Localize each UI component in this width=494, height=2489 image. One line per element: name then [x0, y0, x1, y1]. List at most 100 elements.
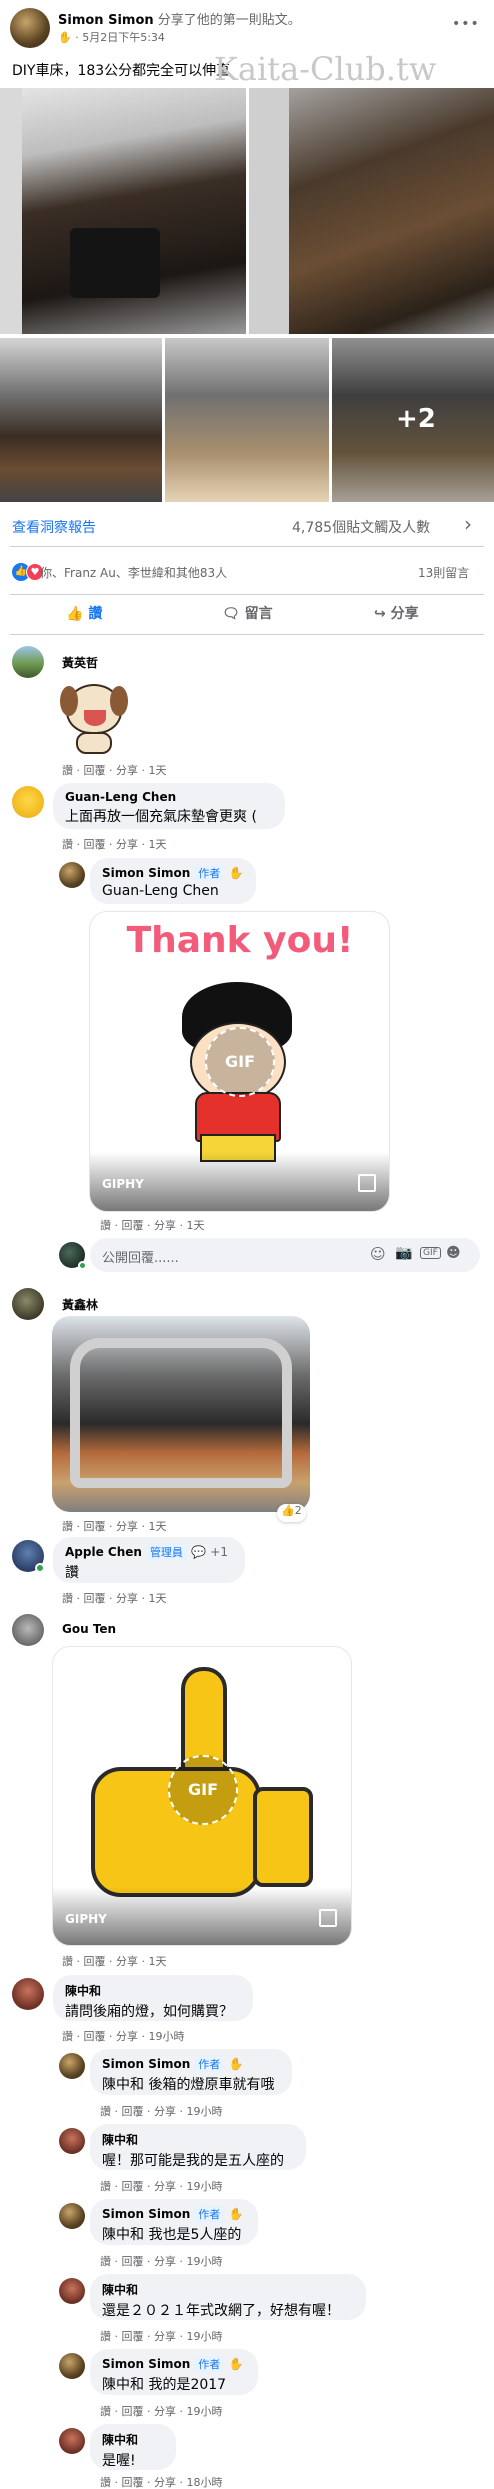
commenter-avatar[interactable]	[59, 862, 85, 888]
comment-actions-text[interactable]: 讚 · 回覆 · 分享 ·	[62, 1520, 145, 1533]
commenter-name[interactable]: 陳中和	[102, 2281, 354, 2298]
comment-count[interactable]: 13則留言	[418, 564, 469, 581]
comment-likes[interactable]: 👍2	[277, 1504, 306, 1522]
commenter-name[interactable]: 黃鑫林	[62, 1296, 98, 1313]
comment-actions-text[interactable]: 讚 · 回覆 · 分享 ·	[100, 2255, 183, 2268]
commenter-avatar[interactable]	[59, 2128, 85, 2154]
comment-actions[interactable]: 讚 · 回覆 · 分享 · 19小時	[100, 2178, 222, 2194]
comment-time[interactable]: 19小時	[186, 2105, 222, 2118]
comment-actions[interactable]: 讚 · 回覆 · 分享 · 1天	[62, 1518, 166, 1534]
comment-time[interactable]: 19小時	[186, 2405, 222, 2418]
commenter-name[interactable]: 黃英哲	[62, 654, 98, 671]
commenter-avatar[interactable]	[12, 646, 44, 678]
post-time[interactable]: 5月2日下午5:34	[82, 31, 165, 44]
commenter-name[interactable]: Gou Ten	[62, 1622, 116, 1636]
comment-actions[interactable]: 讚 · 回覆 · 分享 · 1天	[62, 762, 166, 778]
camera-icon[interactable]: 📷	[395, 1245, 412, 1261]
post-photo-4[interactable]	[165, 338, 329, 502]
gif-icon[interactable]: GIF	[420, 1247, 441, 1259]
comment-actions[interactable]: 讚 · 回覆 · 分享 · 1天	[62, 1590, 166, 1606]
share-button[interactable]: ↪ 分享	[374, 603, 454, 629]
commenter-avatar[interactable]	[59, 2428, 85, 2454]
comment-actions[interactable]: 讚 · 回覆 · 分享 · 19小時	[100, 2253, 222, 2269]
comment-time[interactable]: 1天	[148, 1520, 166, 1533]
comment-actions-text[interactable]: 讚 · 回覆 · 分享 ·	[62, 2030, 145, 2043]
comment-time[interactable]: 19小時	[148, 2030, 184, 2043]
comment-actions-text[interactable]: 讚 · 回覆 · 分享 ·	[62, 1592, 145, 1605]
post-photo-5[interactable]: +2	[332, 338, 494, 502]
author-name[interactable]: Simon Simon	[58, 13, 154, 28]
commenter-name[interactable]: Guan-Leng Chen	[65, 790, 273, 804]
open-external-icon[interactable]	[358, 1174, 376, 1192]
chevron-right-icon[interactable]: ›	[464, 512, 472, 536]
commenter-name[interactable]: Simon Simon 作者 ✋	[102, 2206, 246, 2222]
comment-actions[interactable]: 讚 · 回覆 · 分享 · 1天	[100, 1217, 204, 1233]
comment-time[interactable]: 18小時	[186, 2476, 222, 2489]
commenter-avatar[interactable]	[12, 1978, 44, 2010]
comment-actions-text[interactable]: 讚 · 回覆 · 分享 ·	[100, 2330, 183, 2343]
comment-actions-text[interactable]: 讚 · 回覆 · 分享 ·	[62, 764, 145, 777]
sticker-icon[interactable]: ☻	[446, 1245, 461, 1261]
comment-actions-text[interactable]: 讚 · 回覆 · 分享 ·	[62, 838, 145, 851]
comment-button[interactable]: 🗨 留言	[222, 603, 302, 629]
thank-you-gif[interactable]: Thank you! GIF GIPHY	[89, 911, 390, 1212]
reply-input[interactable]: 公開回覆...... ☺ 📷 GIF ☻	[90, 1238, 480, 1272]
insights-link[interactable]: 查看洞察報告	[12, 517, 96, 537]
post-photo-2[interactable]	[249, 88, 494, 334]
comment-time[interactable]: 1天	[186, 1219, 204, 1232]
commenter-avatar[interactable]	[12, 1288, 44, 1320]
comment-time[interactable]: 19小時	[186, 2180, 222, 2193]
comment-text[interactable]: Guan-Leng Chen	[102, 883, 244, 899]
open-external-icon[interactable]	[319, 1909, 337, 1927]
comment-actions-text[interactable]: 讚 · 回覆 · 分享 ·	[100, 2180, 183, 2193]
gif-play-badge[interactable]: GIF	[168, 1755, 238, 1825]
comment-time[interactable]: 1天	[148, 838, 166, 851]
comment-time[interactable]: 1天	[148, 1955, 166, 1968]
emoji-icon[interactable]: ☺	[370, 1245, 386, 1263]
commenter-name[interactable]: Simon Simon 作者 ✋	[102, 2356, 246, 2372]
commenter-avatar[interactable]	[59, 2203, 85, 2229]
commenter-name[interactable]: 陳中和	[102, 2131, 294, 2148]
commenter-avatar[interactable]	[59, 2353, 85, 2379]
gif-play-badge[interactable]: GIF	[205, 1027, 275, 1097]
more-options-icon[interactable]: •••	[452, 16, 480, 32]
commenter-name-text[interactable]: Simon Simon	[102, 2207, 190, 2221]
comment-actions-text[interactable]: 讚 · 回覆 · 分享 ·	[100, 1219, 183, 1232]
comment-actions[interactable]: 讚 · 回覆 · 分享 · 19小時	[100, 2328, 222, 2344]
comment-actions[interactable]: 讚 · 回覆 · 分享 · 1天	[62, 1953, 166, 1969]
commenter-name[interactable]: 陳中和	[65, 1982, 241, 1999]
commenter-name[interactable]: Simon Simon 作者 ✋	[102, 2056, 280, 2072]
commenter-name-text[interactable]: Simon Simon	[102, 866, 190, 880]
commenter-avatar[interactable]	[59, 2053, 85, 2079]
commenter-avatar[interactable]	[59, 2278, 85, 2304]
comment-time[interactable]: 19小時	[186, 2255, 222, 2268]
comment-actions[interactable]: 讚 · 回覆 · 分享 · 18小時	[100, 2474, 222, 2489]
comment-actions-text[interactable]: 讚 · 回覆 · 分享 ·	[62, 1955, 145, 1968]
author-avatar[interactable]	[10, 8, 50, 48]
post-photo-3[interactable]	[0, 338, 162, 502]
comment-time[interactable]: 19小時	[186, 2330, 222, 2343]
comment-photo[interactable]	[52, 1316, 310, 1512]
comment-actions-text[interactable]: 讚 · 回覆 · 分享 ·	[100, 2476, 183, 2489]
commenter-name-text[interactable]: Apple Chen	[65, 1545, 142, 1559]
commenter-name[interactable]: 陳中和	[102, 2431, 164, 2448]
commenter-avatar[interactable]	[12, 786, 44, 818]
comment-actions[interactable]: 讚 · 回覆 · 分享 · 19小時	[62, 2028, 184, 2044]
comment-actions-text[interactable]: 讚 · 回覆 · 分享 ·	[100, 2405, 183, 2418]
comment-actions[interactable]: 讚 · 回覆 · 分享 · 19小時	[100, 2103, 222, 2119]
comment-actions[interactable]: 讚 · 回覆 · 分享 · 1天	[62, 836, 166, 852]
commenter-name-text[interactable]: Simon Simon	[102, 2357, 190, 2371]
commenter-name[interactable]: Apple Chen 管理員 💬 +1	[65, 1544, 233, 1560]
comment-actions-text[interactable]: 讚 · 回覆 · 分享 ·	[100, 2105, 183, 2118]
thumbs-up-gif[interactable]: GIF GIPHY	[52, 1646, 352, 1946]
reaction-summary[interactable]: 你、Franz Au、李世緯和其他83人	[40, 564, 227, 581]
comment-time[interactable]: 1天	[148, 764, 166, 777]
post-photo-1[interactable]	[0, 88, 246, 334]
like-button[interactable]: 👍 讚	[66, 603, 156, 629]
more-photos-count[interactable]: +2	[396, 404, 436, 434]
comment-time[interactable]: 1天	[148, 1592, 166, 1605]
comment-actions[interactable]: 讚 · 回覆 · 分享 · 19小時	[100, 2403, 222, 2419]
commenter-name-text[interactable]: Simon Simon	[102, 2057, 190, 2071]
commenter-name[interactable]: Simon Simon 作者 ✋	[102, 865, 244, 881]
commenter-avatar[interactable]	[12, 1614, 44, 1646]
